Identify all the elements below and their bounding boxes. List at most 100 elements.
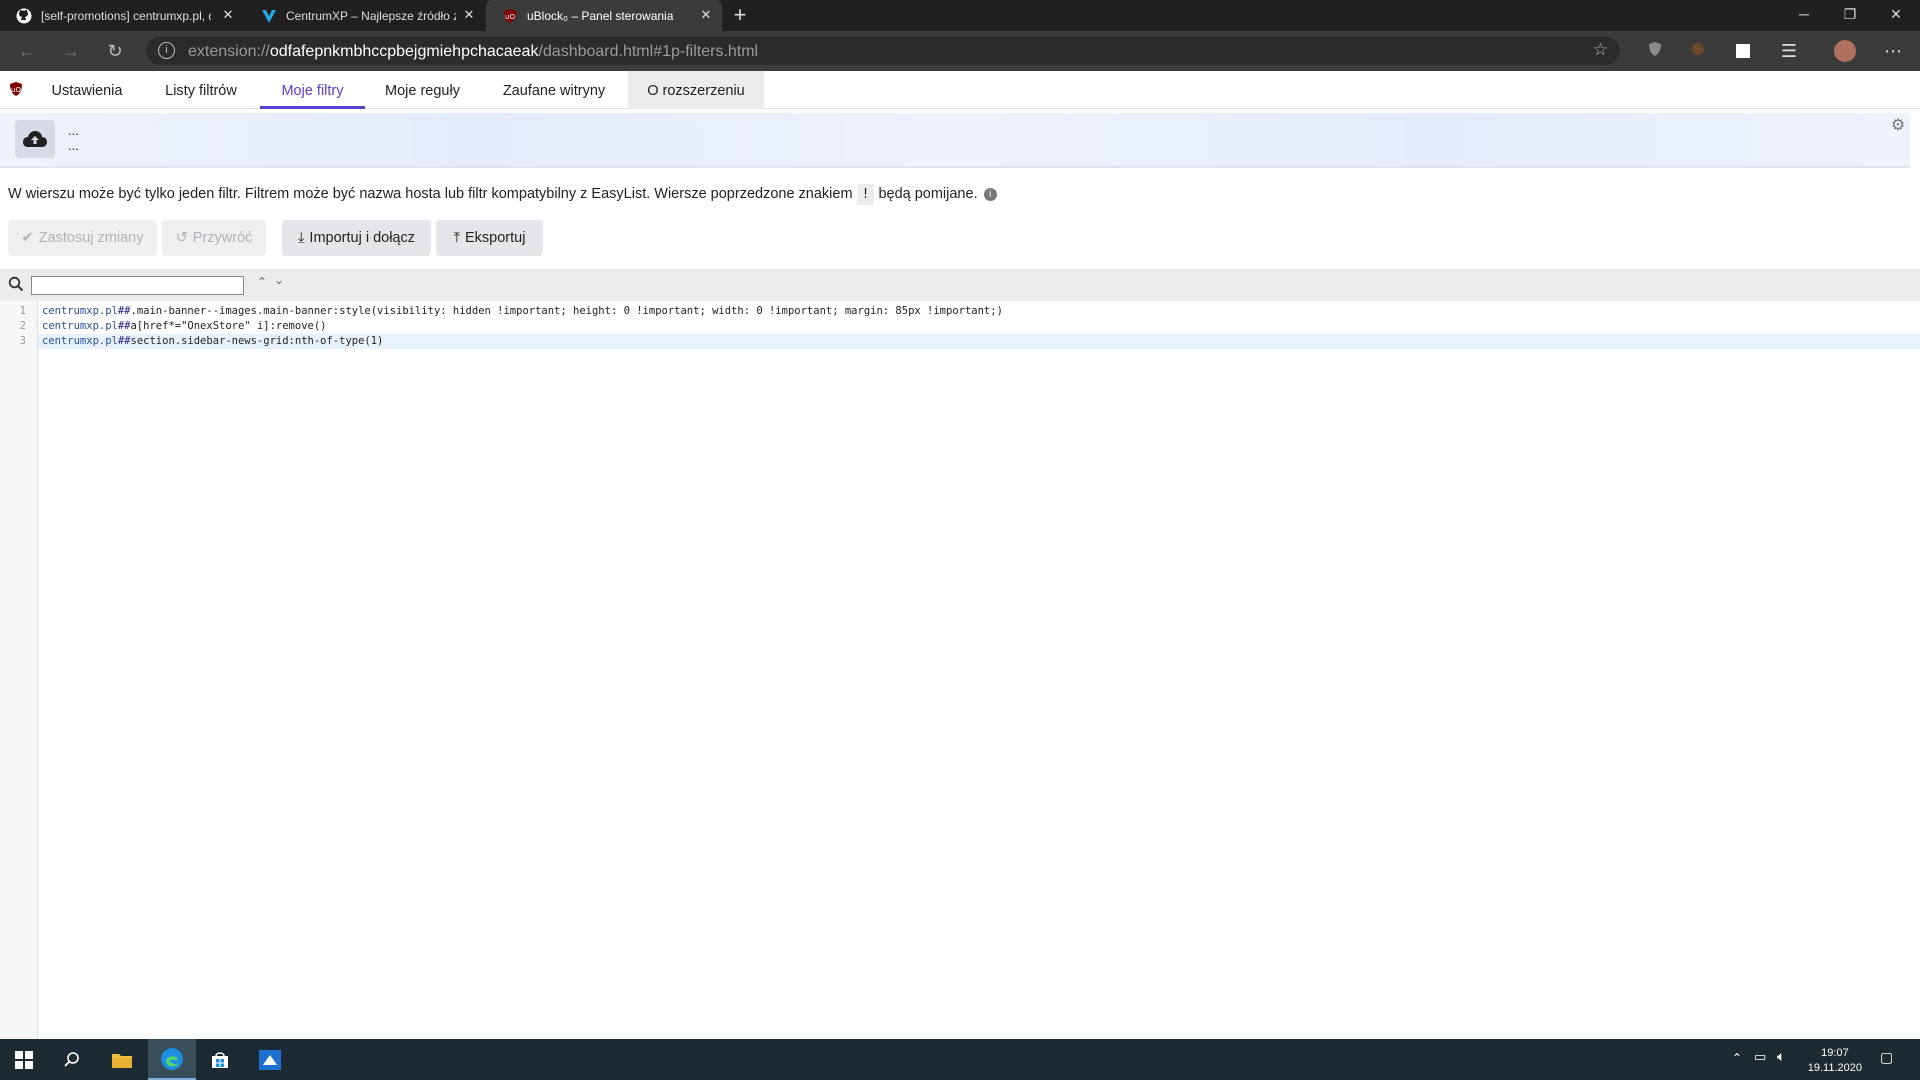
svg-text:uO: uO	[11, 86, 21, 94]
filter-line[interactable]: centrumxp.pl##a[href*="OnexStore" i]:rem…	[42, 320, 326, 332]
chevron-down-icon[interactable]: ⌄	[274, 273, 284, 287]
tab-my-filters[interactable]: Moje filtry	[260, 71, 365, 109]
import-label: Importuj i dołącz	[309, 230, 415, 246]
export-label: Eksportuj	[464, 230, 526, 246]
filter-selector: .main-banner--images.main-banner:style(v…	[130, 305, 1003, 317]
apply-label: Zastosuj zmiany	[38, 230, 144, 246]
filter-separator: ##	[117, 305, 131, 317]
filter-host: centrumxp.pl	[42, 305, 118, 317]
filter-line[interactable]: centrumxp.pl##section.sidebar-news-grid:…	[42, 335, 383, 347]
volume-icon[interactable]: 🔈︎	[1777, 1048, 1785, 1065]
gear-icon[interactable]: ⚙	[1889, 117, 1907, 135]
chevron-up-icon[interactable]: ⌃	[1732, 1051, 1742, 1065]
tab-settings[interactable]: Ustawienia	[32, 71, 142, 109]
tab-my-rules[interactable]: Moje reguły	[365, 71, 480, 109]
revert-label: Przywróć	[192, 230, 253, 246]
filter-separator: ##	[117, 320, 131, 332]
ublock-icon: uO	[502, 8, 518, 24]
tab-about[interactable]: O rozszerzeniu	[628, 71, 764, 109]
upload-icon: ⤒	[453, 230, 460, 246]
filter-selector: a[href*="OnexStore" i]:remove()	[130, 320, 327, 332]
svg-text:uO: uO	[505, 13, 515, 21]
apply-changes-button[interactable]: ✔ Zastosuj zmiany	[8, 220, 157, 256]
search-input[interactable]	[31, 276, 244, 295]
notice-text-end: będą pomijane.	[878, 186, 978, 202]
download-icon: ⤓	[298, 230, 305, 246]
close-tab-icon[interactable]: ✕	[698, 7, 714, 23]
site-info-icon[interactable]: i	[158, 42, 175, 59]
tab-title: uBlock₀ – Panel sterowania	[527, 8, 674, 23]
taskbar-search-icon[interactable]	[48, 1039, 96, 1080]
line-number: 1	[19, 305, 26, 317]
url-scheme: extension://	[188, 43, 270, 60]
avatar[interactable]	[1833, 39, 1857, 63]
extension-icon[interactable]	[1686, 39, 1710, 63]
url-text: extension://odfafepnkmbhccpbejgmiehpchac…	[188, 43, 758, 61]
store-icon[interactable]	[196, 1039, 244, 1080]
ublock-logo: uO	[8, 81, 24, 102]
search-icon	[8, 276, 24, 297]
url-path: /dashboard.html#1p-filters.html	[538, 43, 759, 60]
line-number: 3	[19, 335, 26, 347]
refresh-icon[interactable]: ↻	[103, 39, 127, 63]
browser-tab-strip: [self-promotions] centrumxp.pl, d ✕ Cent…	[0, 0, 1920, 31]
cloud-status-line-1: ...	[68, 123, 79, 138]
windows-taskbar: ⌃ ▭ 🔈︎ 19:07 19.11.2020 ▢	[0, 1039, 1920, 1080]
tab-trusted-sites[interactable]: Zaufane witryny	[480, 71, 628, 109]
more-menu-icon[interactable]: ⋯	[1881, 39, 1905, 63]
address-bar[interactable]: i extension://odfafepnkmbhccpbejgmiehpch…	[146, 37, 1620, 65]
revert-button[interactable]: ↺ Przywróć	[162, 220, 266, 256]
filter-host: centrumxp.pl	[42, 320, 118, 332]
filter-host: centrumxp.pl	[42, 335, 118, 347]
undo-icon: ↺	[175, 230, 188, 246]
info-icon[interactable]: i	[983, 188, 997, 201]
ublock-extension-icon[interactable]	[1643, 39, 1667, 63]
url-host: odfafepnkmbhccpbejgmiehpchacaeak	[269, 43, 539, 60]
app-icon[interactable]	[246, 1039, 294, 1080]
notifications-icon[interactable]: ▢	[1880, 1049, 1893, 1066]
new-tab-icon[interactable]: +	[728, 3, 752, 27]
edge-browser-icon[interactable]	[148, 1039, 196, 1080]
line-number: 2	[19, 320, 26, 332]
filter-selector: section.sidebar-news-grid:nth-of-type(1)	[130, 335, 384, 347]
editor-gutter	[0, 301, 38, 1039]
notice-text: W wierszu może być tylko jeden filtr. Fi…	[8, 186, 853, 202]
clock-date: 19.11.2020	[1807, 1062, 1862, 1074]
centrumxp-icon	[261, 8, 277, 24]
favorite-star-icon[interactable]: ☆	[1593, 40, 1608, 60]
export-button[interactable]: ⤒ Eksportuj	[436, 220, 543, 256]
tab-title: [self-promotions] centrumxp.pl, d	[41, 8, 211, 23]
tab-filter-lists[interactable]: Listy filtrów	[142, 71, 260, 109]
check-icon: ✔	[21, 230, 34, 246]
notice-comment-char: !	[856, 184, 875, 205]
cloud-upload-icon	[23, 131, 47, 147]
system-clock[interactable]: 19:07 19.11.2020	[1808, 1046, 1862, 1076]
close-tab-icon[interactable]: ✕	[461, 7, 477, 23]
ublock-nav: uO Ustawienia Listy filtrów Moje filtry …	[0, 71, 1920, 109]
browser-tab-github[interactable]: [self-promotions] centrumxp.pl, d ✕	[0, 0, 244, 31]
forward-icon[interactable]: →	[59, 39, 83, 63]
cloud-sync-widget: ... ... ⚙	[0, 113, 1910, 168]
cloud-status-line-2: ...	[68, 138, 79, 153]
editor-search-bar: ⌃ ⌄	[0, 269, 1920, 301]
back-icon[interactable]: ←	[15, 39, 39, 63]
windows-start-icon[interactable]	[0, 1039, 48, 1080]
network-icon[interactable]: ▭	[1754, 1049, 1766, 1065]
clock-time: 19:07	[1821, 1047, 1849, 1059]
filter-line[interactable]: centrumxp.pl##.main-banner--images.main-…	[42, 305, 1003, 317]
chevron-up-icon[interactable]: ⌃	[257, 275, 267, 289]
browser-toolbar: ← → ↻ i extension://odfafepnkmbhccpbejgm…	[0, 31, 1920, 71]
collections-icon[interactable]: ☰	[1777, 39, 1801, 63]
import-append-button[interactable]: ⤓ Importuj i dołącz	[282, 220, 431, 256]
close-tab-icon[interactable]: ✕	[220, 7, 236, 23]
restore-icon[interactable]: ❐	[1827, 0, 1873, 31]
browser-tab-centrumxp[interactable]: CentrumXP – Najlepsze źródło ze ✕	[245, 0, 485, 31]
filter-separator: ##	[117, 335, 131, 347]
minimize-icon[interactable]: ─	[1781, 0, 1827, 31]
cloud-upload-button[interactable]	[15, 120, 55, 158]
tab-title: CentrumXP – Najlepsze źródło ze	[286, 8, 456, 23]
close-window-icon[interactable]: ✕	[1873, 0, 1919, 31]
file-explorer-icon[interactable]	[98, 1039, 146, 1080]
extension-square-icon[interactable]	[1731, 39, 1755, 63]
browser-tab-ublock[interactable]: uO uBlock₀ – Panel sterowania ✕	[486, 0, 722, 31]
